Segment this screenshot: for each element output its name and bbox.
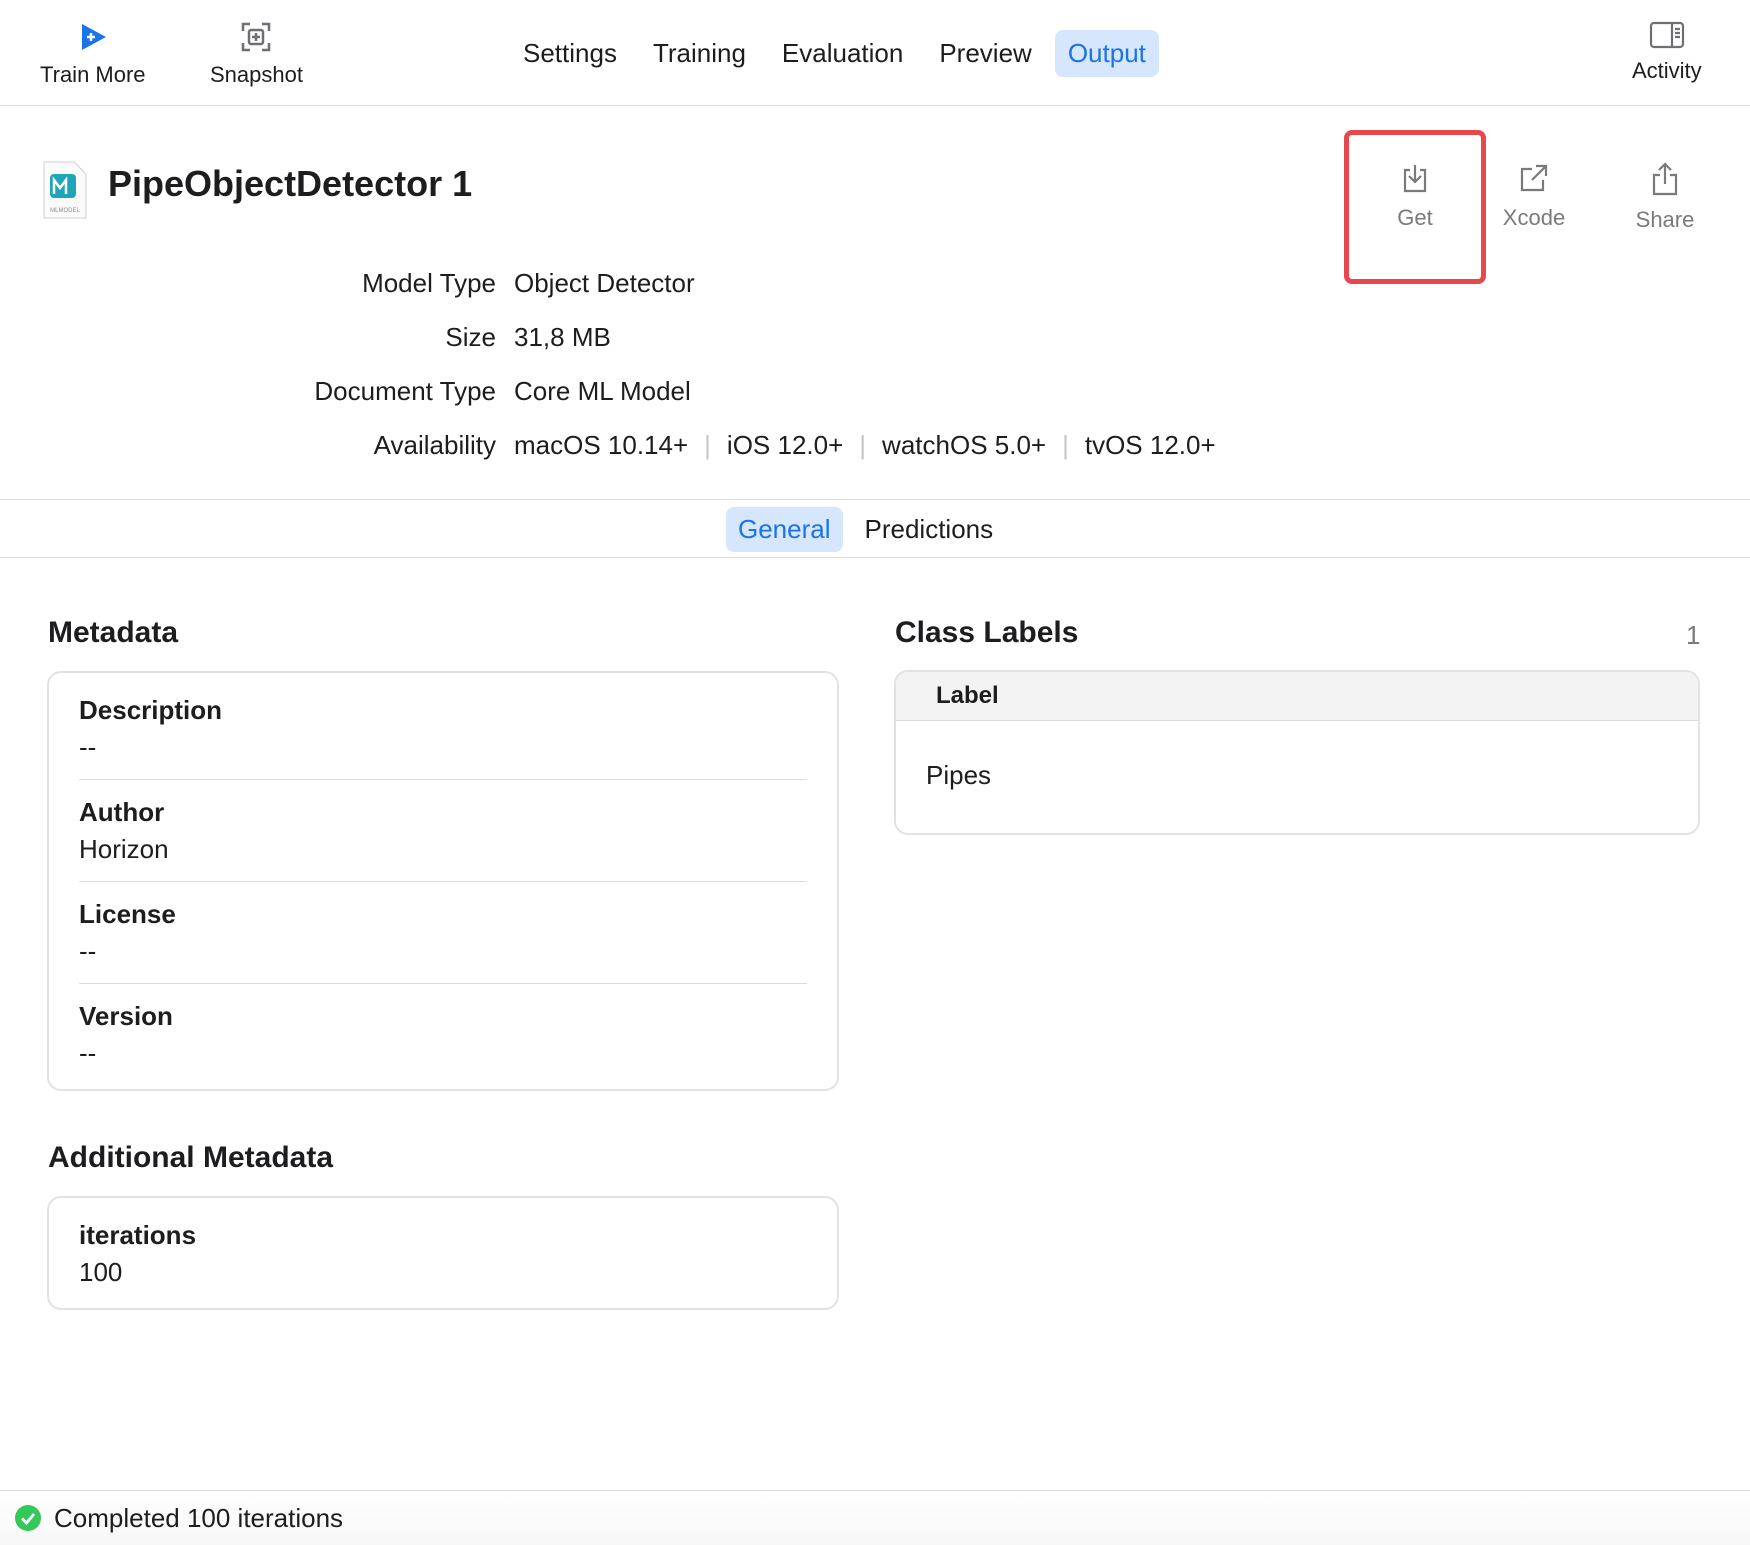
subtabs: General Predictions	[726, 507, 1005, 552]
availability-ios: iOS 12.0+	[726, 430, 844, 460]
availability-macos: macOS 10.14+	[514, 430, 689, 460]
metadata-description: Description --	[79, 695, 807, 763]
class-labels-title: Class Labels	[895, 616, 1079, 649]
info-row-size: Size 31,8 MB	[0, 322, 1200, 362]
field-value: --	[79, 936, 97, 966]
availability-watchos: watchOS 5.0+	[882, 430, 1047, 460]
status-text: Completed 100 iterations	[54, 1503, 344, 1533]
activity-label: Activity	[1632, 58, 1702, 83]
divider	[79, 983, 807, 984]
status-bar: Completed 100 iterations	[0, 1490, 1750, 1545]
info-value: Object Detector	[514, 268, 695, 298]
field-key: Version	[79, 1001, 173, 1031]
share-icon	[1649, 162, 1681, 201]
info-row-model-type: Model Type Object Detector	[0, 268, 1200, 308]
share-button[interactable]: Share	[1605, 162, 1725, 233]
column-header-label[interactable]: Label	[936, 682, 999, 710]
separator: |	[1062, 430, 1069, 460]
snapshot-label: Snapshot	[210, 62, 303, 87]
tab-predictions[interactable]: Predictions	[853, 507, 1006, 552]
additional-metadata-card: iterations 100	[47, 1196, 839, 1310]
divider	[0, 557, 1750, 558]
table-row[interactable]: Pipes	[926, 760, 991, 791]
field-value: 100	[79, 1257, 123, 1287]
sidebar-toggle-icon	[1649, 20, 1685, 50]
page-title: PipeObjectDetector 1	[108, 163, 473, 204]
info-value: Core ML Model	[514, 376, 691, 406]
info-key: Availability	[373, 430, 496, 460]
tab-preview[interactable]: Preview	[926, 30, 1044, 77]
info-key: Document Type	[314, 376, 496, 406]
divider	[0, 499, 1750, 500]
field-key: License	[79, 899, 176, 929]
info-row-document-type: Document Type Core ML Model	[0, 376, 1200, 416]
tab-evaluation[interactable]: Evaluation	[769, 30, 916, 77]
train-more-button[interactable]: Train More	[40, 20, 146, 88]
metadata-version: Version --	[79, 1001, 807, 1069]
tab-training[interactable]: Training	[640, 30, 759, 77]
info-key: Model Type	[362, 268, 496, 298]
separator: |	[704, 430, 711, 460]
metadata-license: License --	[79, 899, 807, 967]
get-button-highlight	[1344, 130, 1486, 284]
table-header: Label	[896, 672, 1698, 721]
class-labels-count: 1	[1686, 620, 1701, 650]
mlmodel-file-icon: MLMODEL	[40, 160, 88, 220]
tab-output[interactable]: Output	[1054, 30, 1159, 77]
additional-metadata-title: Additional Metadata	[48, 1141, 334, 1174]
tab-general[interactable]: General	[726, 507, 843, 552]
snapshot-button[interactable]: Snapshot	[210, 20, 303, 88]
field-key: iterations	[79, 1220, 197, 1250]
availability-list: macOS 10.14+ | iOS 12.0+ | watchOS 5.0+ | tvOS…	[514, 430, 1216, 461]
availability-tvos: tvOS 12.0+	[1084, 430, 1216, 460]
xcode-label: Xcode	[1502, 205, 1566, 230]
metadata-iterations: iterations 100	[79, 1220, 807, 1288]
metadata-title: Metadata	[48, 616, 179, 649]
train-more-label: Train More	[40, 62, 146, 87]
divider	[79, 881, 807, 882]
field-key: Author	[79, 797, 165, 827]
divider	[79, 779, 807, 780]
mlmodel-caption: MLMODEL	[50, 208, 80, 214]
class-labels-table: Label Pipes	[894, 670, 1700, 835]
info-key: Size	[445, 322, 496, 352]
info-row-availability: Availability macOS 10.14+ | iOS 12.0+ | watc…	[0, 430, 1216, 470]
field-key: Description	[79, 695, 223, 725]
info-value: 31,8 MB	[514, 322, 611, 352]
share-label: Share	[1635, 207, 1695, 232]
snapshot-icon	[239, 20, 273, 54]
separator: |	[859, 430, 867, 460]
play-icon	[76, 20, 110, 54]
activity-button[interactable]: Activity	[1632, 20, 1702, 84]
metadata-card: Description -- Author Horizon License --…	[47, 671, 839, 1091]
main-tabs: Settings Training Evaluation Preview Out…	[510, 30, 1159, 77]
field-value: --	[79, 1038, 97, 1068]
checkmark-circle-icon	[14, 1504, 42, 1537]
toolbar: Train More Snapshot Settings Training Ev…	[0, 0, 1750, 106]
field-value: --	[79, 732, 97, 762]
metadata-author: Author Horizon	[79, 797, 807, 865]
field-value: Horizon	[79, 834, 169, 864]
tab-settings[interactable]: Settings	[510, 30, 630, 77]
xcode-button[interactable]: Xcode	[1474, 162, 1594, 231]
external-link-icon	[1518, 162, 1550, 199]
